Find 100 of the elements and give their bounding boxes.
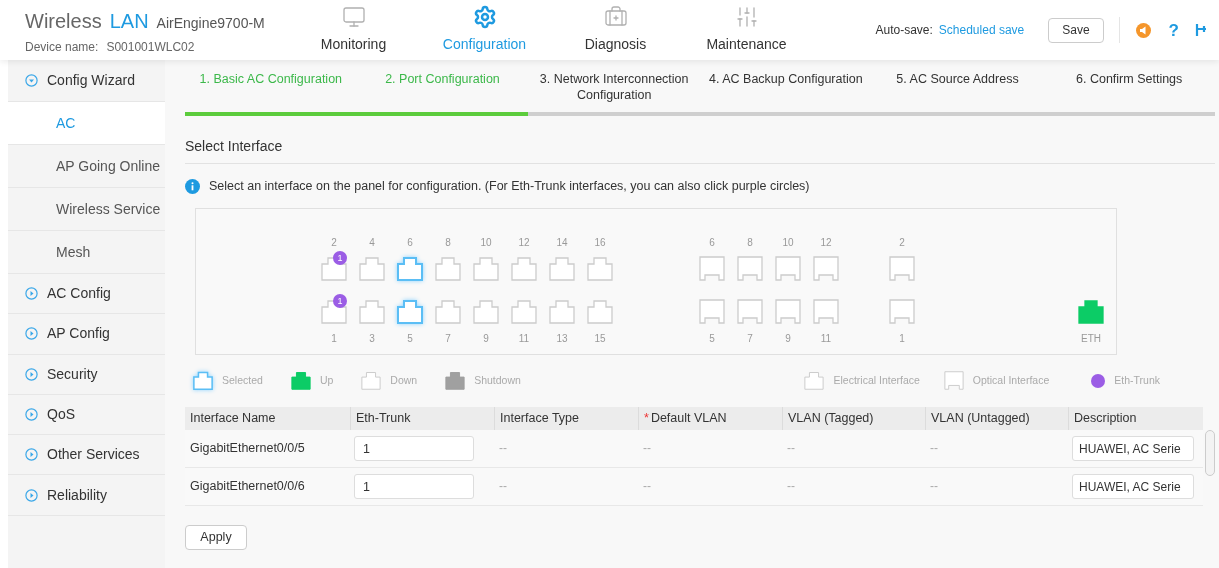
- down-port-icon: [361, 371, 382, 391]
- port-number: 5: [407, 332, 413, 347]
- info-text: Select an interface on the panel for configuration. (For Eth-Trunk interfaces, you can also click purple circles): [209, 178, 810, 195]
- section-title: Select Interface: [185, 138, 283, 154]
- table-cell-text: --: [929, 478, 939, 496]
- port-number: 13: [556, 332, 568, 347]
- table-cell-text: --: [786, 478, 796, 496]
- legend-label: Up: [319, 372, 334, 388]
- column-header: Interface Type: [500, 409, 579, 427]
- table-cell-text: --: [929, 440, 939, 458]
- table-cell-text: --: [642, 478, 652, 496]
- port[interactable]: [397, 298, 423, 324]
- port[interactable]: [1078, 298, 1104, 324]
- table-cell-text: GigabitEthernet0/0/6: [189, 477, 306, 495]
- wizard-step: 1. Basic AC Configuration: [185, 71, 357, 112]
- autosave-label: Auto-save:: [875, 22, 933, 39]
- description-field[interactable]: HUAWEI, AC Serie: [1072, 436, 1194, 461]
- megaphone-icon[interactable]: [1135, 22, 1151, 38]
- port-number: 9: [785, 332, 791, 347]
- port-number: 5: [709, 332, 715, 347]
- wizard-step: 5. AC Source Address: [871, 71, 1044, 112]
- legend-label: Eth-Trunk: [1114, 372, 1160, 388]
- nav-tab[interactable]: Monitoring: [288, 0, 419, 60]
- port-number: ETH: [1081, 332, 1101, 347]
- collapse-icon: [25, 327, 38, 341]
- brand-accent: LAN: [109, 9, 149, 34]
- info-icon: [185, 178, 200, 194]
- monitor-icon: [341, 5, 366, 29]
- table-cell-text: --: [786, 440, 796, 458]
- port[interactable]: [397, 255, 423, 281]
- port-number: 3: [369, 332, 375, 347]
- collapse-icon: [25, 287, 38, 301]
- table-cell-text: --: [498, 478, 508, 496]
- logout-icon[interactable]: [1195, 23, 1207, 37]
- legend-label: Selected: [222, 372, 263, 388]
- save-button[interactable]: Save: [1048, 17, 1104, 43]
- wizard-step: 6. Confirm Settings: [1043, 71, 1215, 112]
- eth-trunk-badge[interactable]: 1: [333, 250, 347, 265]
- eth-trunk-badge[interactable]: 1: [333, 293, 347, 308]
- column-header: VLAN (Tagged): [788, 409, 874, 427]
- wizard-step: 3. Network Interconnection Configuration: [528, 71, 700, 112]
- port-number: 12: [518, 236, 530, 251]
- port-number: 1: [899, 332, 905, 347]
- column-header: VLAN (Untagged): [931, 409, 1030, 427]
- collapse-icon: [25, 448, 38, 462]
- port-number: 4: [369, 236, 375, 251]
- table-cell-text: --: [642, 440, 652, 458]
- selected-port-icon: [193, 371, 213, 391]
- port-number: 15: [594, 332, 606, 347]
- port-number: 16: [594, 236, 606, 251]
- port-number: 8: [445, 236, 451, 251]
- eth-trunk-field[interactable]: 1: [354, 474, 474, 499]
- nav-tab[interactable]: Maintenance: [681, 0, 812, 60]
- nav-tab[interactable]: Diagnosis: [550, 0, 681, 60]
- gear-icon: [472, 5, 497, 29]
- legend-label: Optical Interface: [972, 372, 1050, 388]
- collapse-icon: [25, 408, 38, 422]
- expand-icon: [25, 74, 38, 87]
- port-number: 12: [820, 236, 832, 251]
- port-number: 1: [331, 332, 337, 347]
- required-mark: *: [644, 409, 649, 427]
- medical-kit-icon: [603, 5, 628, 29]
- table-cell-text: GigabitEthernet0/0/5: [189, 439, 306, 457]
- port-number: 8: [747, 236, 753, 251]
- legend-label: Electrical Interface: [833, 372, 920, 388]
- port-number: 2: [899, 236, 905, 251]
- port-number: 10: [480, 236, 492, 251]
- device-name: S001001WLC02: [106, 39, 195, 56]
- wizard-step: 4. AC Backup Configuration: [700, 71, 872, 112]
- port-number: 14: [556, 236, 568, 251]
- collapse-icon: [25, 367, 38, 381]
- legend-label: Shutdown: [474, 372, 521, 388]
- column-header: Default VLAN: [650, 409, 727, 427]
- port-number: 9: [483, 332, 489, 347]
- port-number: 6: [709, 236, 715, 251]
- device-label: Device name:: [25, 39, 99, 56]
- eth-trunk-field[interactable]: 1: [354, 436, 474, 461]
- column-header: Eth-Trunk: [356, 409, 411, 427]
- port-number: 7: [445, 332, 451, 347]
- brand-title: Wireless: [25, 9, 102, 34]
- port-number: 2: [331, 236, 337, 251]
- up-port-icon: [290, 371, 311, 391]
- legend-label: Down: [390, 372, 418, 388]
- collapse-icon: [25, 488, 38, 502]
- optical-port-icon: [943, 371, 964, 391]
- electrical-port-icon: [804, 371, 825, 391]
- model-name: AirEngine9700-M: [156, 14, 265, 33]
- port-number: 6: [407, 236, 413, 251]
- port-number: 11: [518, 332, 530, 347]
- wizard-step: 2. Port Configuration: [356, 71, 529, 112]
- column-header: Interface Name: [190, 409, 276, 427]
- port-number: 11: [820, 332, 832, 347]
- table-cell-text: --: [498, 440, 508, 458]
- scrollbar[interactable]: [1205, 429, 1215, 476]
- column-header: Description: [1074, 409, 1137, 427]
- description-field[interactable]: HUAWEI, AC Serie: [1072, 474, 1194, 499]
- port-number: 7: [747, 332, 753, 347]
- port-number: 10: [782, 236, 794, 251]
- apply-button[interactable]: Apply: [185, 524, 247, 550]
- shutdown-port-icon: [445, 371, 466, 391]
